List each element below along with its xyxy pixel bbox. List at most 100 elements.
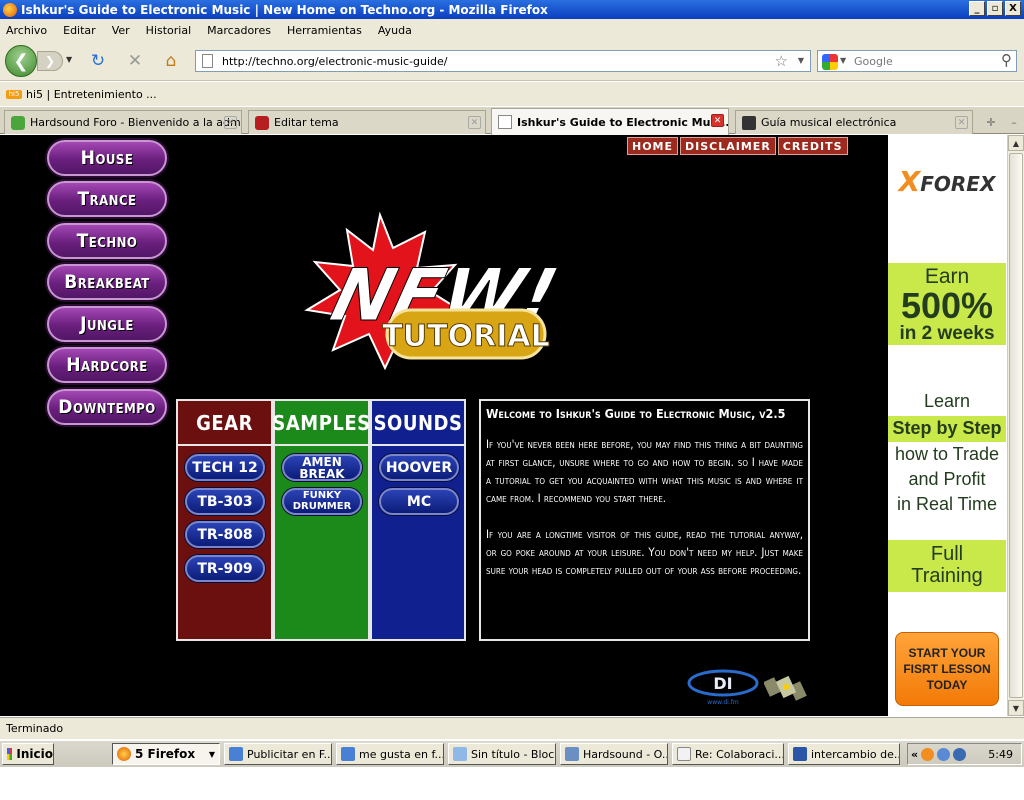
bookmark-hi5[interactable]: hi5 | Entretenimiento ... [26,88,157,101]
tab-ishkurs-guide[interactable]: Ishkur's Guide to Electronic Mus... ✕ [491,108,729,135]
menu-herramientas[interactable]: Herramientas [287,24,362,37]
taskbar-firefox[interactable]: 5 Firefox ▼ [112,743,220,765]
menu-ayuda[interactable]: Ayuda [378,24,412,37]
gear-tech12-button[interactable]: TECH 12 [185,454,265,481]
url-dropdown-icon[interactable]: ▼ [798,56,804,65]
taskbar-hardsound[interactable]: Hardsound - O... [560,743,668,765]
samples-amen-break-button[interactable]: AMEN BREAK [282,454,362,481]
tab-close-icon[interactable]: ✕ [711,114,724,127]
genre-hardcore-button[interactable]: Hardcore [47,347,167,383]
tray-messenger-icon[interactable] [953,747,967,761]
tray-expand-icon[interactable]: « [911,748,918,761]
tab-scroll-icon[interactable]: – [1004,113,1024,131]
page-content: House Trance Techno Breakbeat Jungle Har… [0,135,888,716]
task-label: me gusta en f... [359,747,444,761]
menu-editar[interactable]: Editar [63,24,96,37]
menu-ver[interactable]: Ver [112,24,130,37]
gear-tr909-button[interactable]: TR-909 [185,555,265,582]
satellite-icon[interactable] [764,669,808,705]
tab-label: Guía musical electrónica [761,116,897,129]
sounds-mc-button[interactable]: MC [379,488,459,515]
start-lesson-button[interactable]: START YOUR FISRT LESSON TODAY [895,632,999,706]
ad-training: Training [911,565,983,587]
ad-period: in 2 weeks [899,323,995,344]
reload-icon[interactable]: ↻ [88,51,108,71]
task-label: Sin título - Bloc... [471,747,556,761]
menu-archivo[interactable]: Archivo [6,24,47,37]
home-icon[interactable]: ⌂ [161,51,181,71]
search-engine-dropdown-icon[interactable]: ▼ [840,56,846,65]
close-button[interactable]: X [1005,1,1021,16]
tab-editar-tema[interactable]: Editar tema ✕ [248,110,486,134]
tab-close-icon[interactable]: ✕ [955,116,968,129]
scroll-up-icon[interactable]: ▲ [1008,135,1024,151]
menubar: Archivo Editar Ver Historial Marcadores … [0,19,1024,41]
task-group-dropdown-icon: ▼ [208,749,215,759]
taskbar-publicitar[interactable]: Publicitar en F... [224,743,332,765]
taskbar-me-gusta[interactable]: me gusta en f... [336,743,444,765]
new-tutorial-logo[interactable]: NEW! TUTORIAL [285,210,570,370]
task-label: Publicitar en F... [247,747,332,761]
genre-breakbeat-button[interactable]: Breakbeat [47,264,167,300]
genre-trance-button[interactable]: Trance [47,181,167,217]
ie-icon [341,747,355,761]
vertical-scrollbar[interactable]: ▲ ▼ [1007,135,1024,716]
history-dropdown-icon[interactable]: ▼ [66,55,72,64]
scroll-down-icon[interactable]: ▼ [1008,700,1024,716]
top-navigation: HOME DISCLAIMER CREDITS [627,137,848,155]
welcome-title: Welcome to Ishkur's Guide to Electronic … [486,406,786,421]
disclaimer-link[interactable]: DISCLAIMER [680,137,776,155]
envelope-icon [677,747,691,761]
taskbar-colaboracion[interactable]: Re: Colaboraci... [672,743,784,765]
hi5-icon: hi5 [6,89,22,99]
start-label: Inicio [16,747,53,761]
url-text: http://techno.org/electronic-music-guide… [222,54,448,68]
search-input[interactable]: ▼ Google ⚲ [817,50,1017,72]
url-bar[interactable]: http://techno.org/electronic-music-guide… [195,50,811,72]
samples-funky-drummer-button[interactable]: FUNKY DRUMMER [282,488,362,515]
genre-house-button[interactable]: House [47,140,167,176]
tab-guia-musical[interactable]: Guía musical electrónica ✕ [735,110,973,134]
ad-realtime: in Real Time [896,494,998,514]
gear-tr808-button[interactable]: TR-808 [185,521,265,548]
stop-icon[interactable]: ✕ [125,51,145,71]
tab-close-icon[interactable]: ✕ [224,116,237,129]
status-bar: Terminado [0,717,1024,739]
tab-strip: Hardsound Foro - Bienvenido a la adm... … [0,107,1024,135]
tab-close-icon[interactable]: ✕ [468,116,481,129]
back-button[interactable]: ❮ [5,45,37,77]
search-icon[interactable]: ⚲ [1001,51,1012,69]
tab-hardsound-foro[interactable]: Hardsound Foro - Bienvenido a la adm... … [4,110,242,134]
bookmark-star-icon[interactable]: ☆ [775,52,788,70]
list-all-tabs-icon[interactable]: ✛ [981,113,1001,131]
taskbar-intercambio[interactable]: intercambio de... [788,743,900,765]
speech-bubble-icon [11,115,25,130]
home-link[interactable]: HOME [627,137,679,155]
start-button[interactable]: Inicio [2,743,54,765]
menu-marcadores[interactable]: Marcadores [207,24,271,37]
forex-advertisement[interactable]: XFOREX Earn 500% in 2 weeks Learn Step b… [888,135,1006,716]
tab-label: Editar tema [274,116,339,129]
minimize-button[interactable]: _ [969,1,985,16]
difm-caption: www.di.fm [707,699,739,706]
tray-network-icon[interactable] [937,747,951,761]
task-label: intercambio de... [811,747,900,761]
sounds-hoover-button[interactable]: HOOVER [379,454,459,481]
maximize-button[interactable]: ▫ [987,1,1003,16]
tab-label: Ishkur's Guide to Electronic Mus... [517,115,729,129]
forward-button[interactable]: ❯ [37,51,63,71]
credits-link[interactable]: CREDITS [777,137,848,155]
genre-downtempo-button[interactable]: Downtempo [47,389,167,425]
difm-logo[interactable]: DI www.di.fm [687,667,759,707]
scroll-thumb[interactable] [1009,153,1023,698]
genre-techno-button[interactable]: Techno [47,223,167,259]
menu-historial[interactable]: Historial [146,24,191,37]
system-tray: « 5:49 [907,743,1022,765]
google-icon[interactable] [822,54,838,70]
samples-column: SAMPLES AMEN BREAK FUNKY DRUMMER [272,399,370,641]
taskbar-bloc-notas[interactable]: Sin título - Bloc... [448,743,556,765]
genre-jungle-button[interactable]: Jungle [47,306,167,342]
gear-tb303-button[interactable]: TB-303 [185,488,265,515]
tray-firefox-icon[interactable] [921,747,935,761]
gear-header: GEAR [178,401,271,446]
